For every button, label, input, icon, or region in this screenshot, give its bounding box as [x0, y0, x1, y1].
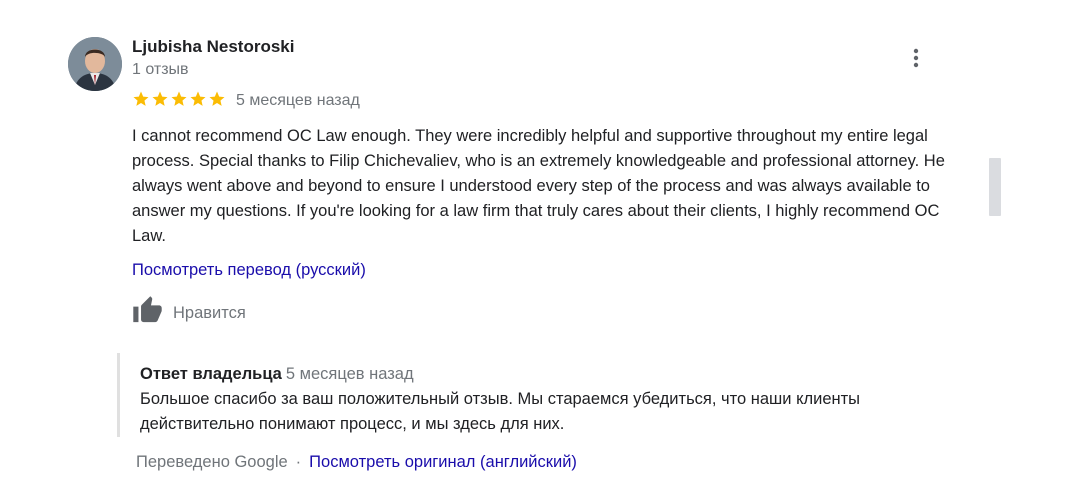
- translation-footer: Переведено Google · Посмотреть оригинал (а…: [136, 453, 577, 472]
- star-icon: [171, 91, 187, 106]
- like-button[interactable]: Нравится: [132, 295, 246, 331]
- separator-dot: ·: [295, 453, 302, 471]
- owner-reply: Ответ владельца 5 месяцев назад Большое с…: [117, 353, 980, 437]
- view-translation-link[interactable]: Посмотреть перевод (русский): [132, 261, 366, 280]
- thumb-up-icon: [132, 295, 163, 331]
- star-icon: [190, 91, 206, 106]
- scrollbar-thumb[interactable]: [989, 158, 1001, 216]
- star-icon: [133, 91, 149, 106]
- star-icon: [209, 91, 225, 106]
- review-text: I cannot recommend OC Law enough. They w…: [132, 127, 945, 245]
- owner-reply-text: Большое спасибо за ваш положительный отз…: [140, 390, 861, 433]
- author-review-count: 1 отзыв: [132, 61, 189, 78]
- more-vert-icon[interactable]: [904, 46, 928, 70]
- view-original-link[interactable]: Посмотреть оригинал (английский): [309, 453, 577, 471]
- translated-by-label: Переведено Google: [136, 453, 288, 471]
- like-label: Нравится: [173, 303, 246, 322]
- star-rating: [132, 90, 226, 108]
- avatar[interactable]: [68, 37, 122, 91]
- star-icon: [152, 91, 168, 106]
- owner-reply-title: Ответ владельца: [140, 365, 282, 383]
- review-date: 5 месяцев назад: [236, 92, 360, 109]
- author-name[interactable]: Ljubisha Nestoroski: [132, 37, 294, 57]
- owner-reply-date: 5 месяцев назад: [285, 365, 414, 383]
